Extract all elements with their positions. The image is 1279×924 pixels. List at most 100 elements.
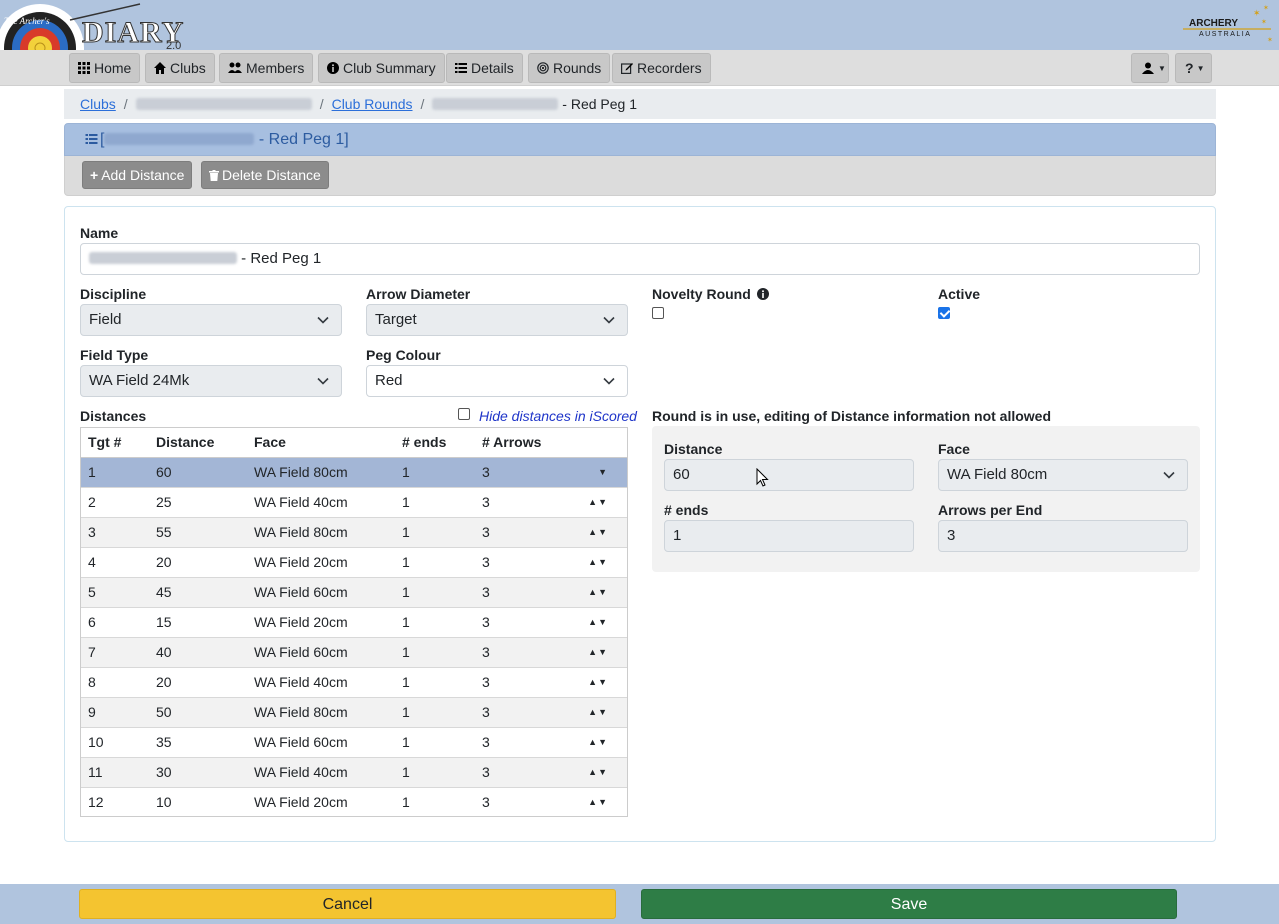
hide-distances-checkbox[interactable] <box>458 408 470 420</box>
name-input[interactable]: - Red Peg 1 <box>80 243 1200 275</box>
info-icon <box>327 62 339 74</box>
card-toolbar: + Add Distance Delete Distance <box>64 156 1216 196</box>
peg-colour-select[interactable]: Red <box>366 365 628 397</box>
cell-ends: 1 <box>394 696 474 727</box>
info-icon[interactable] <box>756 288 769 300</box>
move-down-icon[interactable]: ▼ <box>598 677 608 687</box>
cell-target: 6 <box>80 606 148 637</box>
cell-target: 8 <box>80 666 148 697</box>
row-reorder: ▲▼ <box>554 666 628 697</box>
table-row[interactable]: 8 20 WA Field 40cm 1 3 ▲▼ <box>80 666 628 697</box>
move-up-icon[interactable]: ▲ <box>588 647 598 657</box>
move-up-icon[interactable]: ▲ <box>588 767 598 777</box>
nav-club-summary-label: Club Summary <box>343 60 436 76</box>
breadcrumb: Clubs / / Club Rounds / - Red Peg 1 <box>64 89 1216 119</box>
users-icon <box>228 62 242 73</box>
cell-face: WA Field 40cm <box>246 666 394 697</box>
move-down-icon[interactable]: ▼ <box>598 497 608 507</box>
nav-club-summary[interactable]: Club Summary <box>318 53 445 83</box>
move-up-icon[interactable]: ▲ <box>588 557 598 567</box>
cell-face: WA Field 40cm <box>246 756 394 787</box>
move-up-icon[interactable]: ▲ <box>588 497 598 507</box>
row-reorder: ▲▼ <box>554 576 628 607</box>
discipline-select[interactable]: Field <box>80 304 342 336</box>
nav-clubs[interactable]: Clubs <box>145 53 215 83</box>
cell-arrows: 3 <box>474 666 554 697</box>
arrow-diameter-label: Arrow Diameter <box>366 286 471 302</box>
cell-ends: 1 <box>394 666 474 697</box>
archers-diary-logo[interactable]: The Archer's DIARY 2.0 <box>0 0 190 92</box>
table-row[interactable]: 10 35 WA Field 60cm 1 3 ▲▼ <box>80 726 628 757</box>
table-row[interactable]: 4 20 WA Field 20cm 1 3 ▲▼ <box>80 546 628 577</box>
move-down-icon[interactable]: ▼ <box>598 647 608 657</box>
move-down-icon[interactable]: ▼ <box>598 617 608 627</box>
move-up-icon[interactable]: ▲ <box>588 797 598 807</box>
nav-rounds[interactable]: Rounds <box>528 53 611 83</box>
cell-ends: 1 <box>394 456 474 487</box>
cell-arrows: 3 <box>474 696 554 727</box>
nav-home-label: Home <box>94 60 132 76</box>
nav-home[interactable]: Home <box>69 53 141 83</box>
cell-arrows: 3 <box>474 516 554 547</box>
distances-table: Tgt # Distance Face # ends # Arrows 1 60… <box>80 427 628 817</box>
chevron-down-icon <box>603 316 615 324</box>
move-down-icon[interactable]: ▼ <box>598 467 608 477</box>
mouse-cursor-icon <box>756 468 769 487</box>
edit-distance-input[interactable]: 60 <box>664 459 914 491</box>
table-row[interactable]: 5 45 WA Field 60cm 1 3 ▲▼ <box>80 576 628 607</box>
table-row[interactable]: 1 60 WA Field 80cm 1 3 ▼ <box>80 456 628 487</box>
nav-members[interactable]: Members <box>219 53 314 83</box>
edit-arrows-input[interactable]: 3 <box>938 520 1188 552</box>
breadcrumb-clubs-link[interactable]: Clubs <box>80 96 116 112</box>
edit-face-select[interactable]: WA Field 80cm <box>938 459 1188 491</box>
cell-ends: 1 <box>394 786 474 817</box>
move-down-icon[interactable]: ▼ <box>598 557 608 567</box>
move-up-icon[interactable]: ▲ <box>588 707 598 717</box>
user-menu-button[interactable]: ▼ <box>1131 53 1169 83</box>
move-up-icon[interactable]: ▲ <box>588 617 598 627</box>
move-down-icon[interactable]: ▼ <box>598 737 608 747</box>
move-down-icon[interactable]: ▼ <box>598 767 608 777</box>
cancel-button[interactable]: Cancel <box>79 889 616 919</box>
row-reorder: ▲▼ <box>554 516 628 547</box>
table-row[interactable]: 9 50 WA Field 80cm 1 3 ▲▼ <box>80 696 628 727</box>
move-up-icon[interactable]: ▲ <box>588 527 598 537</box>
nav-recorders[interactable]: Recorders <box>612 53 711 83</box>
add-distance-button[interactable]: + Add Distance <box>82 161 193 189</box>
cell-arrows: 3 <box>474 486 554 517</box>
edit-ends-input[interactable]: 1 <box>664 520 914 552</box>
move-up-icon[interactable]: ▲ <box>588 677 598 687</box>
nav-details[interactable]: Details <box>446 53 523 83</box>
breadcrumb-club-rounds-link[interactable]: Club Rounds <box>332 96 413 112</box>
table-row[interactable]: 11 30 WA Field 40cm 1 3 ▲▼ <box>80 756 628 787</box>
save-button[interactable]: Save <box>641 889 1177 919</box>
move-down-icon[interactable]: ▼ <box>598 587 608 597</box>
user-icon <box>1142 62 1154 74</box>
arrow-diameter-select[interactable]: Target <box>366 304 628 336</box>
table-row[interactable]: 7 40 WA Field 60cm 1 3 ▲▼ <box>80 636 628 667</box>
field-type-select[interactable]: WA Field 24Mk <box>80 365 342 397</box>
breadcrumb-club-name-redacted[interactable] <box>135 98 312 110</box>
table-row[interactable]: 2 25 WA Field 40cm 1 3 ▲▼ <box>80 486 628 517</box>
archery-australia-logo: ARCHERY AUSTRALIA ✶ ✶ ✶ ✶ <box>1183 2 1273 48</box>
row-reorder: ▲▼ <box>554 606 628 637</box>
trash-icon <box>209 170 219 181</box>
move-down-icon[interactable]: ▼ <box>598 707 608 717</box>
novelty-round-checkbox[interactable] <box>652 307 664 319</box>
move-up-icon[interactable]: ▲ <box>588 587 598 597</box>
help-menu-button[interactable]: ? ▼ <box>1175 53 1212 83</box>
cell-face: WA Field 60cm <box>246 726 394 757</box>
table-row[interactable]: 12 10 WA Field 20cm 1 3 ▲▼ <box>80 786 628 817</box>
nav-members-label: Members <box>246 60 305 76</box>
table-row[interactable]: 6 15 WA Field 20cm 1 3 ▲▼ <box>80 606 628 637</box>
cell-target: 11 <box>80 756 148 787</box>
move-up-icon[interactable]: ▲ <box>588 737 598 747</box>
delete-distance-button[interactable]: Delete Distance <box>201 161 329 189</box>
table-row[interactable]: 3 55 WA Field 80cm 1 3 ▲▼ <box>80 516 628 547</box>
hide-distances-label[interactable]: Hide distances in iScored <box>479 408 637 424</box>
active-checkbox[interactable] <box>938 307 950 319</box>
target-icon <box>537 62 549 74</box>
caret-down-icon: ▼ <box>1196 64 1205 73</box>
move-down-icon[interactable]: ▼ <box>598 797 608 807</box>
move-down-icon[interactable]: ▼ <box>598 527 608 537</box>
